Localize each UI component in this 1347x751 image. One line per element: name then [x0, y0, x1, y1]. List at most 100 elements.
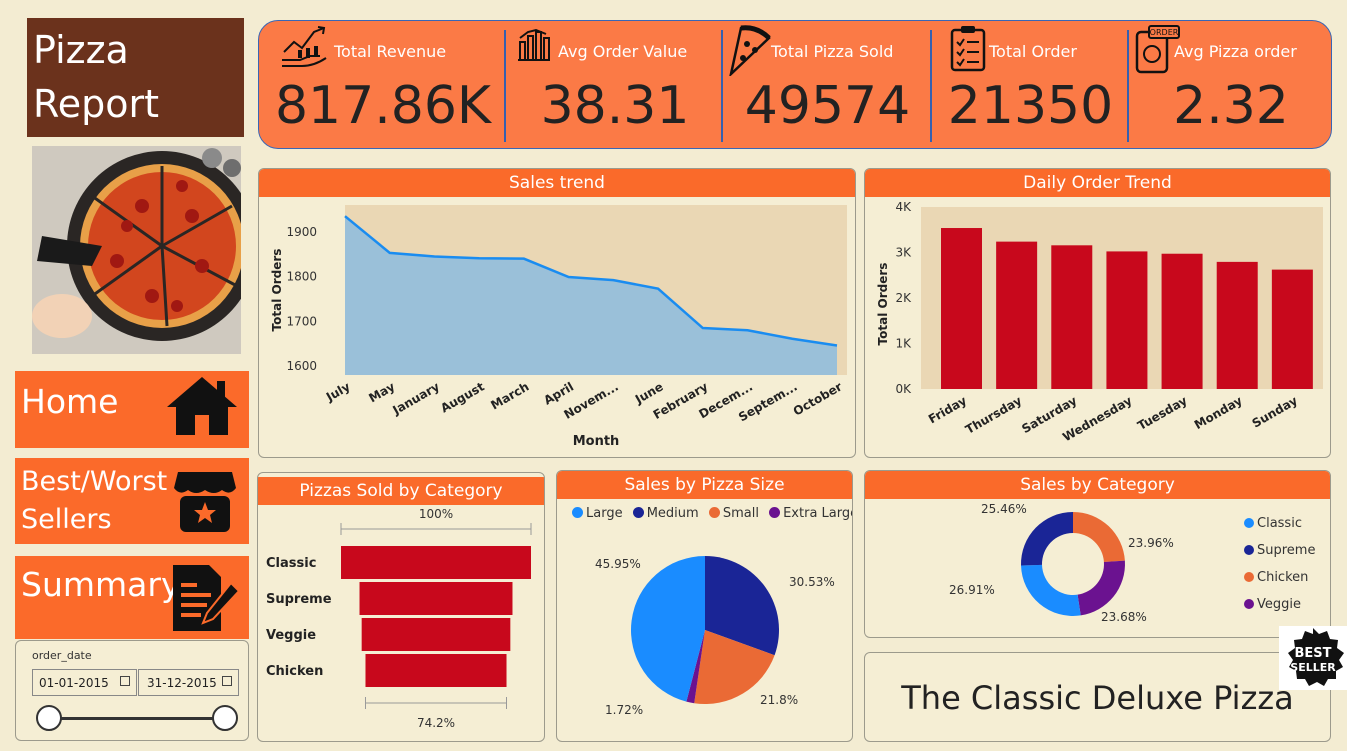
- bar-columns-icon: [518, 28, 550, 61]
- legend-label: Classic: [1257, 516, 1302, 531]
- size-legend: Large Medium Small Extra Large: [572, 506, 852, 521]
- start-date-value: 01-01-2015: [39, 676, 109, 690]
- x-tick-label: Friday: [926, 393, 969, 426]
- kpi-divider: [930, 30, 932, 142]
- y-tick-label: 2K: [895, 291, 912, 305]
- daily-order-bar: [996, 241, 1038, 389]
- badge-seal-icon: BEST SELLER: [1288, 628, 1344, 686]
- date-slider-track[interactable]: [48, 717, 226, 720]
- x-tick-label: March: [488, 379, 531, 412]
- clipboard-list-icon: [950, 26, 986, 72]
- legend-item: Extra Large: [769, 506, 852, 521]
- y-tick-label: 4K: [895, 200, 912, 214]
- legend-dot: [632, 507, 644, 518]
- sales-trend-chart: 1600 1700 1800 1900 July MayJanuaryAugust Marc…: [270, 205, 847, 449]
- daily-order-title: Daily Order Trend: [865, 169, 1330, 197]
- kpi-label: Total Pizza Sold: [771, 42, 894, 61]
- nav-summary-button[interactable]: Summary: [15, 556, 249, 639]
- nav-best-worst-button[interactable]: Best/Worst Sellers: [15, 458, 249, 544]
- pizzas-by-category-chart: 100% Classic Supreme Veggie Chicken 74.2%: [266, 507, 532, 730]
- legend-label: Veggie: [1257, 597, 1301, 612]
- date-filter: order_date 01-01-2015 31-12-2015: [15, 640, 249, 741]
- daily-order-bar: [1216, 261, 1258, 389]
- y-tick-label: 1600: [286, 359, 317, 373]
- legend-item: Large: [572, 506, 623, 521]
- legend-dot: [1244, 599, 1254, 609]
- y-tick-label: 1800: [286, 270, 317, 284]
- daily-order-chart: 0K1K2K3K4KFridayThursdaySaturdayWednesda…: [876, 200, 1323, 444]
- x-tick-label: May: [366, 379, 397, 405]
- y-axis-title: Total Orders: [876, 263, 890, 346]
- y-tick-label: 1K: [895, 337, 912, 351]
- funnel-bottom-label: 74.2%: [417, 716, 455, 730]
- y-tick-label: 1900: [286, 225, 317, 239]
- x-tick-label: June: [632, 379, 666, 406]
- best-seller-panel: The Classic Deluxe Pizza: [864, 652, 1331, 742]
- best-pizza-name: The Classic Deluxe Pizza: [901, 679, 1294, 717]
- daily-order-bar: [1051, 245, 1093, 389]
- donut-slice: [1073, 512, 1125, 562]
- nav-home-label: Home: [21, 382, 119, 421]
- legend-dot: [769, 507, 781, 518]
- kpi-total-pizza-sold: Total Pizza Sold 49574: [725, 18, 930, 148]
- kpi-divider: [504, 30, 506, 142]
- badge-text-line2: SELLER: [1290, 661, 1336, 674]
- date-filter-label: order_date: [32, 649, 92, 662]
- x-tick-label: July: [323, 379, 353, 404]
- donut-data-label: 23.68%: [1101, 610, 1147, 624]
- funnel-top-label: 100%: [419, 507, 453, 521]
- pie-data-label: 21.8%: [760, 693, 798, 707]
- x-tick-label: Tuesday: [1135, 393, 1190, 433]
- calendar-icon[interactable]: [222, 676, 232, 686]
- date-slider-handle-start[interactable]: [36, 705, 62, 731]
- funnel-bar: [361, 618, 511, 651]
- donut-data-label: 23.96%: [1128, 536, 1174, 550]
- revenue-chart-icon: [282, 26, 327, 67]
- sales-by-category-title: Sales by Category: [865, 471, 1330, 499]
- x-tick-label: Thursday: [963, 393, 1024, 436]
- start-date-input[interactable]: 01-01-2015: [32, 669, 137, 696]
- x-tick-label: October: [791, 379, 845, 418]
- kpi-divider: [721, 30, 723, 142]
- sales-by-size-title: Sales by Pizza Size: [557, 471, 852, 499]
- kpi-label: Avg Order Value: [558, 42, 688, 61]
- pizza-photo: [32, 146, 241, 354]
- y-axis-title: Total Orders: [270, 249, 284, 332]
- nav-home-button[interactable]: Home: [15, 371, 249, 448]
- calendar-icon[interactable]: [120, 676, 130, 686]
- y-tick-label: 0K: [895, 382, 912, 396]
- kpi-label: Total Order: [989, 42, 1077, 61]
- category-label: Veggie: [266, 628, 316, 643]
- nav-best-worst-label-line2: Sellers: [21, 504, 112, 535]
- daily-order-bar: [1271, 269, 1313, 389]
- svg-text:ORDER: ORDER: [1150, 28, 1179, 37]
- pie-data-label: 30.53%: [789, 575, 835, 589]
- legend-dot: [1244, 545, 1254, 555]
- x-axis-title: Month: [573, 434, 620, 449]
- legend-label: Large: [586, 506, 623, 521]
- end-date-input[interactable]: 31-12-2015: [138, 669, 239, 696]
- x-tick-label: Sunday: [1250, 393, 1300, 430]
- kpi-avg-pizza-order: ORDER Avg Pizza order 2.32: [1131, 18, 1331, 148]
- kpi-avg-order-value: Avg Order Value 38.31: [508, 18, 722, 148]
- funnel-bar: [341, 546, 531, 579]
- category-label: Chicken: [266, 664, 323, 679]
- donut-slice: [1021, 512, 1073, 566]
- sales-by-category-chart: 23.96% 23.68% 26.91% 25.46% Classic Supreme Ch…: [949, 502, 1315, 624]
- kpi-total-order: Total Order 21350: [934, 18, 1127, 148]
- report-title-line2: Report: [33, 82, 159, 126]
- home-icon: [167, 377, 237, 435]
- document-edit-icon: [173, 565, 241, 631]
- daily-order-bar: [941, 228, 982, 389]
- y-tick-label: 1700: [286, 314, 317, 328]
- funnel-bar: [365, 654, 507, 687]
- sales-by-size-panel: Sales by Pizza Size Large Medium Small E…: [556, 470, 853, 742]
- store-icon: [174, 472, 236, 532]
- kpi-label: Total Revenue: [334, 42, 447, 61]
- donut-data-label: 25.46%: [981, 502, 1027, 516]
- legend-item: Medium: [632, 506, 699, 521]
- daily-order-panel: Daily Order Trend 0K 1K 2K 3K 4K Friday Thursd…: [864, 168, 1331, 458]
- pizza-slice-icon: [729, 25, 771, 76]
- category-label: Classic: [266, 556, 316, 571]
- date-slider-handle-end[interactable]: [212, 705, 238, 731]
